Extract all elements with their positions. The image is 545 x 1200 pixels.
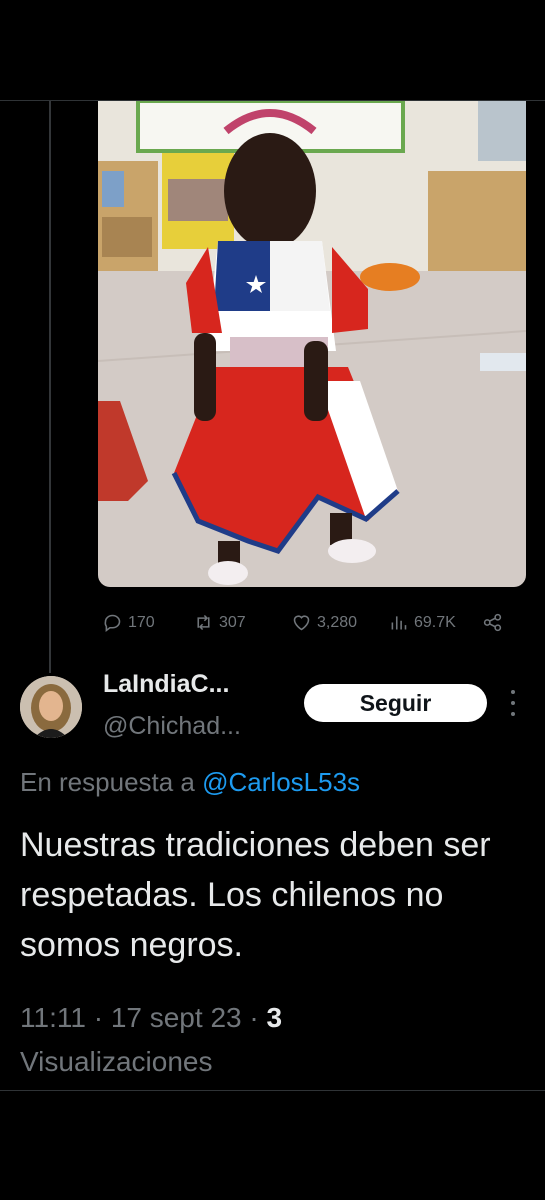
tweet-photo[interactable]: [98, 101, 526, 587]
share-icon: [483, 613, 502, 632]
user-handle[interactable]: @Chichad...: [103, 712, 241, 741]
follow-button[interactable]: Seguir: [304, 684, 487, 722]
bar-chart-icon: [391, 616, 407, 630]
meta-separator: ·: [249, 1002, 259, 1033]
thread-connector-line: [49, 101, 51, 673]
retweet-count: 307: [219, 613, 246, 631]
reply-context: En respuesta a @CarlosL53s: [20, 767, 360, 798]
profile-photo: [20, 676, 82, 738]
reply-icon: [104, 614, 121, 632]
share-action[interactable]: [482, 612, 503, 633]
meta-separator: ·: [93, 1002, 104, 1033]
reply-action[interactable]: 170: [102, 612, 155, 633]
like-count: 3,280: [317, 613, 358, 631]
more-dot: [511, 712, 515, 716]
avatar[interactable]: [20, 676, 82, 738]
tweet-date[interactable]: 17 sept 23: [111, 1002, 242, 1033]
more-options-icon[interactable]: [506, 690, 520, 716]
views-number: 3: [266, 1002, 283, 1033]
views-action[interactable]: 69.7K: [388, 612, 456, 633]
views-label: Visualizaciones: [20, 1046, 213, 1077]
tweet-meta: 11:11 · 17 sept 23 · 3 Visualizaciones: [20, 996, 520, 1084]
tweet-photo-illustration: [98, 101, 526, 587]
bottom-divider: [0, 1090, 545, 1091]
like-action[interactable]: 3,280: [291, 612, 357, 633]
more-dot: [511, 701, 515, 705]
tweet-action-bar: 170 307 3,280 69.7K: [98, 612, 518, 642]
display-name[interactable]: LaIndiaC...: [103, 670, 229, 699]
views-count: 69.7K: [414, 613, 456, 631]
retweet-icon: [197, 614, 210, 631]
tweet-time[interactable]: 11:11: [20, 1002, 86, 1033]
reply-to-mention[interactable]: @CarlosL53s: [202, 767, 360, 797]
tweet-text: Nuestras tradiciones deben ser respetada…: [20, 826, 491, 964]
more-dot: [511, 690, 515, 694]
retweet-action[interactable]: 307: [193, 612, 246, 633]
reply-prefix: En respuesta a: [20, 767, 195, 797]
reply-count: 170: [128, 613, 155, 631]
heart-icon: [293, 615, 310, 631]
